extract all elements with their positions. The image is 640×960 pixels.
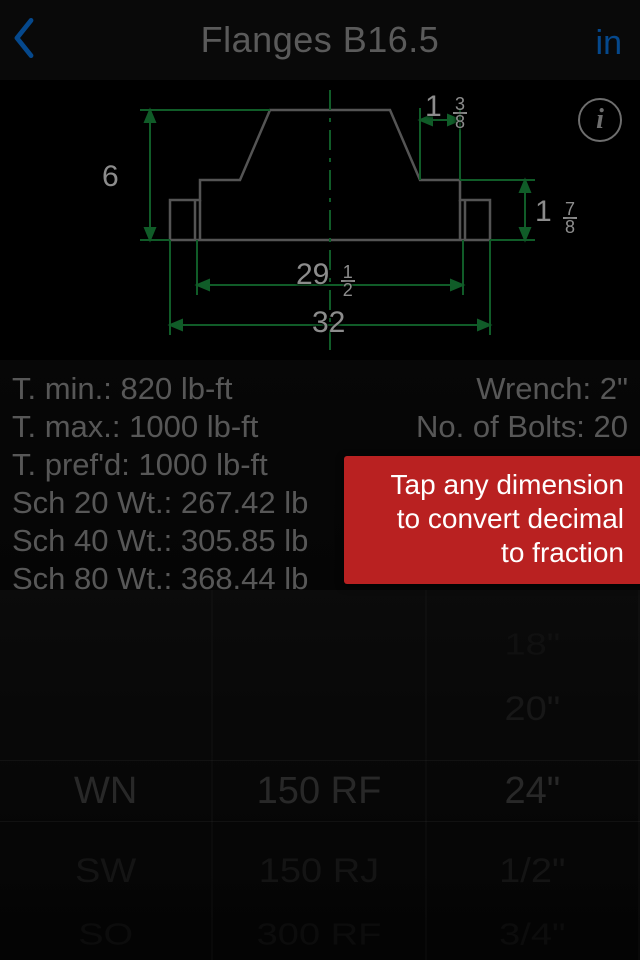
page-title: Flanges B16.5 (201, 19, 440, 61)
picker-class[interactable]: 150 RF 150 RJ 300 RF (213, 590, 426, 960)
dimension-thickness[interactable]: 1 78 (535, 195, 577, 234)
tooltip-line: to fraction (356, 536, 624, 570)
info-button[interactable]: i (578, 98, 622, 142)
picker-item-selected: WN (0, 770, 211, 813)
dimension-value: 29 (296, 258, 329, 291)
dimension-raised-face[interactable]: 1 38 (425, 90, 467, 129)
dimension-height[interactable]: 6 (102, 160, 119, 194)
spec-tmax: T. max.: 1000 lb-ft (12, 408, 258, 446)
spec-wrench: Wrench: 2" (476, 370, 628, 408)
dimension-value: 6 (102, 160, 119, 193)
picker-item: SW (0, 852, 211, 891)
tooltip-line: Tap any dimension (356, 468, 624, 502)
picker-item-selected: 150 RF (213, 770, 424, 813)
picker-item: 150 RJ (213, 852, 424, 891)
dimension-value: 32 (312, 306, 345, 339)
chevron-left-icon (10, 18, 38, 58)
picker-item-selected: 24" (427, 770, 638, 813)
picker-item: 20" (427, 690, 638, 729)
picker-size[interactable]: 18" 20" 24" 1/2" 3/4" (427, 590, 640, 960)
unit-toggle-button[interactable]: in (596, 24, 622, 63)
spec-bolts: No. of Bolts: 20 (416, 408, 628, 446)
picker-type[interactable]: WN SW SO (0, 590, 213, 960)
header: Flanges B16.5 in (0, 0, 640, 80)
flange-diagram: 6 1 38 1 78 29 12 32 i (0, 80, 640, 360)
picker-item: SO (0, 918, 211, 952)
hint-tooltip[interactable]: Tap any dimension to convert decimal to … (344, 456, 640, 584)
spec-tpref: T. pref'd: 1000 lb-ft (12, 446, 268, 484)
back-button[interactable] (10, 18, 50, 58)
spec-tmin: T. min.: 820 lb-ft (12, 370, 233, 408)
picker-wheels: WN SW SO 150 RF 150 RJ 300 RF 18" 20" 24… (0, 590, 640, 960)
spec-sch40: Sch 40 Wt.: 305.85 lb (12, 522, 308, 560)
spec-sch20: Sch 20 Wt.: 267.42 lb (12, 484, 308, 522)
picker-item: 1/2" (427, 852, 638, 891)
dimension-bolt-circle[interactable]: 29 12 (296, 258, 355, 297)
dimension-od[interactable]: 32 (312, 306, 345, 340)
picker-item: 18" (427, 628, 638, 662)
info-icon: i (596, 104, 604, 136)
dimension-value: 1 (535, 195, 552, 228)
dimension-value: 1 (425, 90, 442, 123)
picker-item: 3/4" (427, 918, 638, 952)
picker-item: 300 RF (213, 918, 424, 952)
tooltip-line: to convert decimal (356, 502, 624, 536)
